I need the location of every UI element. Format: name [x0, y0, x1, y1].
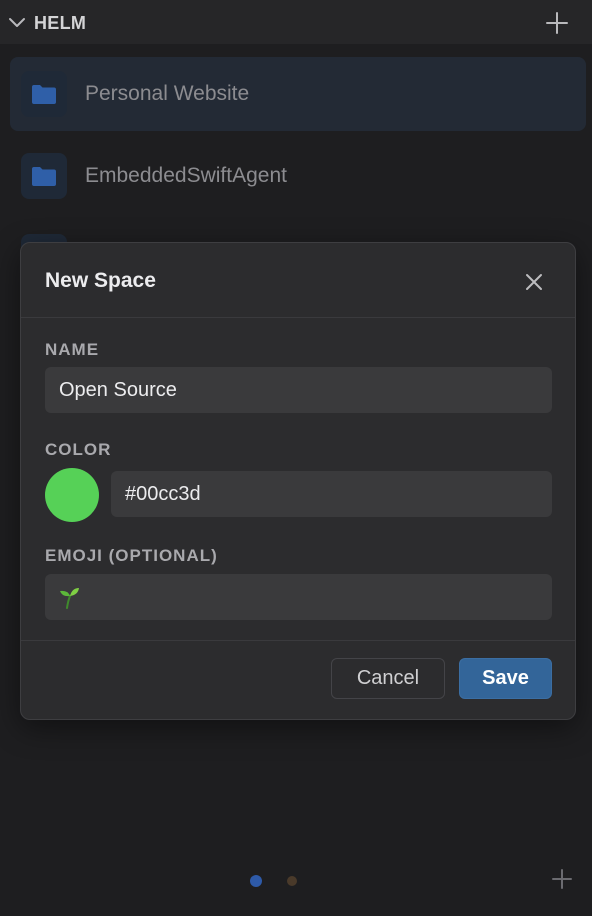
sidebar-header: HELM: [0, 0, 592, 44]
cancel-button[interactable]: Cancel: [331, 658, 445, 699]
seedling-icon: [60, 588, 79, 609]
plus-icon[interactable]: [551, 868, 573, 890]
save-button[interactable]: Save: [459, 658, 552, 699]
new-space-dialog: New Space NAME COLOR EMOJI (OPTIONAL) Ca…: [20, 242, 576, 720]
page-dot-active[interactable]: [250, 875, 262, 887]
footer-divider: [21, 640, 575, 641]
close-icon[interactable]: [522, 270, 546, 294]
header-divider: [21, 317, 575, 318]
section-title: HELM: [34, 13, 87, 33]
emoji-label: EMOJI (OPTIONAL): [45, 546, 218, 565]
space-icon-badge: [21, 153, 67, 199]
space-item-personal-website[interactable]: Personal Website: [10, 57, 586, 131]
color-hex-input[interactable]: [111, 471, 552, 517]
space-item-label: Personal Website: [85, 82, 250, 105]
name-input[interactable]: [45, 367, 552, 413]
folder-icon: [32, 167, 56, 186]
name-label: NAME: [45, 340, 100, 359]
space-icon-badge: [21, 71, 67, 117]
emoji-input[interactable]: [45, 574, 552, 620]
space-item-label: EmbeddedSwiftAgent: [85, 164, 287, 187]
add-space-icon[interactable]: [545, 11, 569, 35]
folder-icon: [32, 85, 56, 104]
color-swatch[interactable]: [45, 468, 99, 522]
color-label: COLOR: [45, 440, 112, 459]
dialog-title: New Space: [45, 269, 156, 292]
chevron-down-icon[interactable]: [8, 14, 26, 32]
page-dot[interactable]: [287, 876, 297, 886]
space-item-embeddedswiftagent[interactable]: EmbeddedSwiftAgent: [10, 139, 586, 213]
